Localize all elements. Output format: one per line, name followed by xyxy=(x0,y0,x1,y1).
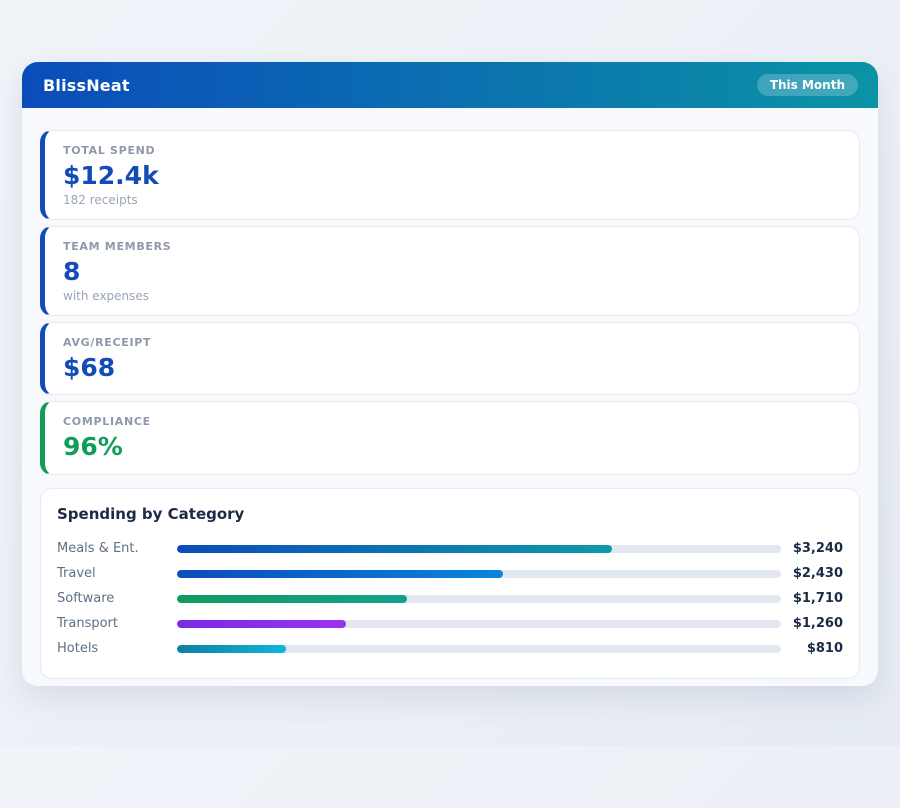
spending-by-category-panel: Spending by Category Meals & Ent. $3,240… xyxy=(40,488,860,679)
bar-track xyxy=(177,645,781,653)
category-row-software: Software $1,710 xyxy=(57,586,843,611)
stat-label: TEAM MEMBERS xyxy=(63,240,841,253)
dashboard-card: BlissNeat This Month TOTAL SPEND $12.4k … xyxy=(22,62,878,686)
category-label: Hotels xyxy=(57,641,177,656)
content-area: TOTAL SPEND $12.4k 182 receipts TEAM MEM… xyxy=(22,108,878,686)
period-badge[interactable]: This Month xyxy=(757,74,858,96)
stat-label: AVG/RECEIPT xyxy=(63,336,841,349)
stat-label: COMPLIANCE xyxy=(63,415,841,428)
category-row-meals: Meals & Ent. $3,240 xyxy=(57,536,843,561)
bar-fill-hotels xyxy=(177,645,286,653)
category-value: $3,240 xyxy=(781,541,843,556)
stat-subtext: 182 receipts xyxy=(63,193,841,207)
bar-track xyxy=(177,545,781,553)
bar-fill-software xyxy=(177,595,407,603)
bar-fill-transport xyxy=(177,620,346,628)
category-label: Transport xyxy=(57,616,177,631)
stat-card-compliance: COMPLIANCE 96% xyxy=(40,401,860,475)
category-label: Software xyxy=(57,591,177,606)
category-value: $1,260 xyxy=(781,616,843,631)
stat-card-total-spend: TOTAL SPEND $12.4k 182 receipts xyxy=(40,130,860,220)
stat-value: $68 xyxy=(63,354,841,383)
app-title: BlissNeat xyxy=(43,76,130,95)
stat-card-team-members: TEAM MEMBERS 8 with expenses xyxy=(40,226,860,316)
stat-value: $12.4k xyxy=(63,162,841,191)
category-value: $1,710 xyxy=(781,591,843,606)
bar-fill-travel xyxy=(177,570,503,578)
stat-label: TOTAL SPEND xyxy=(63,144,841,157)
bar-track xyxy=(177,620,781,628)
category-row-hotels: Hotels $810 xyxy=(57,636,843,661)
bar-fill-meals xyxy=(177,545,612,553)
stat-card-avg-receipt: AVG/RECEIPT $68 xyxy=(40,322,860,396)
bar-track xyxy=(177,570,781,578)
category-row-transport: Transport $1,260 xyxy=(57,611,843,636)
stat-value: 8 xyxy=(63,258,841,287)
stat-subtext: with expenses xyxy=(63,289,841,303)
stat-value: 96% xyxy=(63,433,841,462)
category-value: $810 xyxy=(781,641,843,656)
app-header: BlissNeat This Month xyxy=(22,62,878,108)
category-value: $2,430 xyxy=(781,566,843,581)
category-row-travel: Travel $2,430 xyxy=(57,561,843,586)
bar-track xyxy=(177,595,781,603)
category-label: Meals & Ent. xyxy=(57,541,177,556)
panel-title: Spending by Category xyxy=(57,505,843,523)
category-label: Travel xyxy=(57,566,177,581)
